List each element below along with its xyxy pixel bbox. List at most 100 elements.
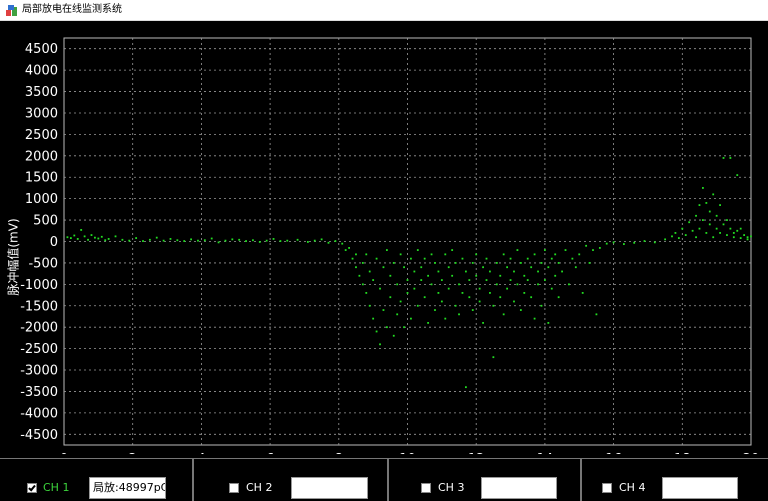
y-tick-label: 4000 bbox=[25, 64, 58, 79]
data-point bbox=[471, 262, 474, 264]
window-title: 局部放电在线监测系统 bbox=[22, 4, 122, 15]
data-point bbox=[592, 249, 594, 251]
data-point bbox=[410, 257, 412, 260]
y-tick-label: 0 bbox=[50, 235, 58, 250]
data-point bbox=[413, 287, 416, 290]
data-point bbox=[148, 238, 151, 241]
data-point bbox=[434, 262, 436, 264]
data-point bbox=[66, 236, 69, 239]
data-point bbox=[69, 237, 72, 239]
data-point bbox=[482, 322, 484, 324]
data-point bbox=[746, 236, 749, 239]
data-point bbox=[653, 241, 656, 244]
channel-panel-2: CH 2 bbox=[193, 458, 388, 501]
data-point bbox=[416, 249, 419, 251]
y-tick-label: 2500 bbox=[25, 128, 58, 143]
data-point bbox=[492, 356, 495, 359]
data-point bbox=[355, 253, 357, 256]
data-point bbox=[571, 257, 574, 260]
data-point bbox=[564, 249, 567, 251]
data-point bbox=[585, 244, 588, 247]
ch4-value-field[interactable] bbox=[662, 477, 738, 499]
data-point bbox=[550, 287, 553, 290]
data-point bbox=[80, 229, 83, 231]
data-point bbox=[516, 249, 519, 251]
ch3-checkbox[interactable] bbox=[421, 483, 431, 493]
data-point bbox=[664, 238, 667, 241]
data-point bbox=[533, 253, 536, 256]
data-point bbox=[114, 235, 117, 238]
data-point bbox=[712, 236, 715, 239]
data-point bbox=[410, 317, 412, 320]
data-point bbox=[530, 296, 533, 299]
y-tick-label: -3500 bbox=[20, 385, 58, 400]
data-point bbox=[537, 270, 539, 273]
data-point bbox=[612, 241, 615, 244]
data-point bbox=[708, 210, 711, 213]
ch2-checkbox[interactable] bbox=[229, 483, 239, 493]
data-point bbox=[509, 257, 512, 260]
data-point bbox=[495, 283, 498, 286]
data-point bbox=[169, 238, 172, 240]
data-point bbox=[365, 253, 368, 256]
data-point bbox=[355, 266, 357, 269]
data-point bbox=[698, 227, 701, 230]
data-point bbox=[574, 266, 577, 269]
ch3-value-field[interactable] bbox=[481, 477, 557, 499]
data-point bbox=[245, 240, 247, 242]
data-point bbox=[372, 317, 375, 320]
data-point bbox=[719, 204, 721, 206]
data-point bbox=[197, 239, 199, 242]
data-point bbox=[396, 313, 399, 316]
data-point bbox=[557, 262, 560, 264]
data-point bbox=[544, 249, 546, 251]
data-point bbox=[715, 227, 718, 230]
data-point bbox=[550, 257, 553, 260]
data-point bbox=[135, 237, 138, 239]
data-point bbox=[379, 287, 381, 290]
y-tick-label: 1000 bbox=[25, 192, 58, 207]
channel-panel-3: CH 3 bbox=[388, 458, 581, 501]
y-tick-label: 3500 bbox=[25, 85, 58, 100]
data-point bbox=[729, 157, 732, 159]
data-point bbox=[726, 234, 728, 236]
data-point bbox=[107, 238, 110, 240]
y-tick-labels: 4500 4000 3500 3000 2500 2000 1500 1000 500 0 -500… bbox=[20, 42, 58, 443]
data-point bbox=[471, 309, 474, 311]
data-point bbox=[458, 283, 460, 286]
data-point bbox=[183, 240, 186, 242]
data-point bbox=[499, 296, 502, 299]
data-point bbox=[478, 300, 481, 303]
data-point bbox=[681, 227, 684, 230]
ch4-checkbox[interactable] bbox=[602, 483, 612, 493]
data-point bbox=[739, 237, 742, 239]
ch2-value-field[interactable] bbox=[291, 477, 368, 499]
data-point bbox=[224, 239, 227, 242]
ch3-label: CH 3 bbox=[438, 481, 465, 494]
data-point bbox=[732, 236, 735, 239]
data-point bbox=[392, 334, 395, 337]
data-point bbox=[489, 270, 491, 273]
data-point bbox=[190, 238, 192, 241]
data-point bbox=[702, 219, 704, 221]
data-point bbox=[715, 214, 718, 217]
data-point bbox=[444, 253, 447, 256]
data-point bbox=[513, 270, 515, 273]
data-point bbox=[406, 279, 409, 281]
data-point bbox=[231, 238, 234, 241]
data-point bbox=[464, 270, 467, 273]
ch1-checkbox[interactable] bbox=[27, 483, 37, 493]
data-point bbox=[475, 274, 478, 277]
data-point bbox=[155, 236, 158, 239]
scatter-chart: 02468101214161820 4500400035003000250020… bbox=[20, 37, 759, 454]
data-point bbox=[523, 274, 526, 277]
data-point bbox=[341, 242, 344, 245]
ch1-value-field[interactable]: 局放:48997pC bbox=[89, 477, 166, 499]
data-point bbox=[252, 239, 254, 242]
data-point bbox=[451, 274, 454, 277]
data-point bbox=[90, 234, 93, 236]
data-point bbox=[427, 274, 430, 277]
data-point bbox=[509, 279, 512, 281]
data-point bbox=[423, 257, 426, 260]
data-point bbox=[468, 279, 471, 281]
